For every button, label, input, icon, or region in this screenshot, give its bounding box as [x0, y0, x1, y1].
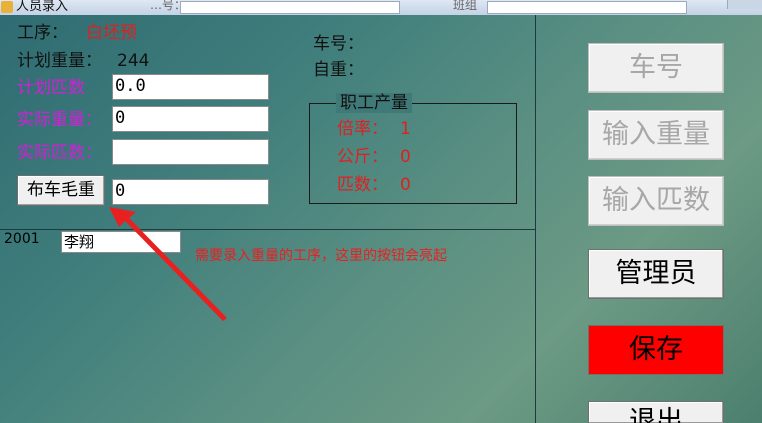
planned-weight-label: 计划重量：: [17, 51, 102, 71]
employee-name[interactable]: 李翔: [61, 231, 181, 253]
planned-weight-value: 244: [117, 51, 150, 71]
annotation-text: 需要录入重量的工序，这里的按钮会亮起: [195, 248, 447, 264]
actual-bolts-field[interactable]: [112, 139, 269, 165]
car-no-button[interactable]: 车号: [588, 43, 724, 93]
divider: [0, 229, 536, 230]
app-icon: [1, 1, 13, 13]
title-bar: 人员录入 …号： 班组: [0, 0, 762, 15]
employee-id: 2001: [4, 231, 40, 247]
actual-bolts-label: 实际匹数：: [17, 143, 102, 163]
close-button[interactable]: [727, 0, 762, 9]
bolts-output-label: 匹数：: [337, 175, 388, 195]
kg-value: 0: [400, 147, 411, 167]
kg-label: 公斤：: [337, 147, 388, 167]
output-group-legend: 职工产量: [336, 93, 412, 113]
actual-weight-label: 实际重量：: [17, 110, 102, 130]
input-weight-button[interactable]: 输入重量: [588, 110, 724, 160]
process-label: 工序：: [17, 23, 68, 43]
car-no-label: 车号：: [313, 34, 364, 54]
window-title: 人员录入: [16, 0, 69, 14]
save-button[interactable]: 保存: [588, 325, 724, 375]
actual-weight-field[interactable]: 0: [112, 106, 269, 132]
planned-bolts-field[interactable]: 0.0: [112, 74, 269, 100]
background-label: 班组: [453, 0, 478, 12]
input-bolts-button[interactable]: 输入匹数: [588, 176, 724, 226]
rate-label: 倍率：: [337, 119, 388, 139]
self-weight-label: 自重：: [313, 60, 364, 80]
cart-gross-weight-button[interactable]: 布车毛重: [17, 175, 105, 206]
planned-bolts-label: 计划匹数: [17, 78, 85, 98]
process-value: 白坯预: [86, 23, 137, 43]
background-field: [487, 1, 687, 14]
exit-button[interactable]: 退出: [588, 401, 724, 423]
admin-button[interactable]: 管理员: [588, 249, 724, 299]
bolts-output-value: 0: [400, 175, 411, 195]
cart-gross-weight-field[interactable]: 0: [112, 179, 269, 205]
rate-value: 1: [400, 119, 411, 139]
background-field: [180, 1, 400, 14]
